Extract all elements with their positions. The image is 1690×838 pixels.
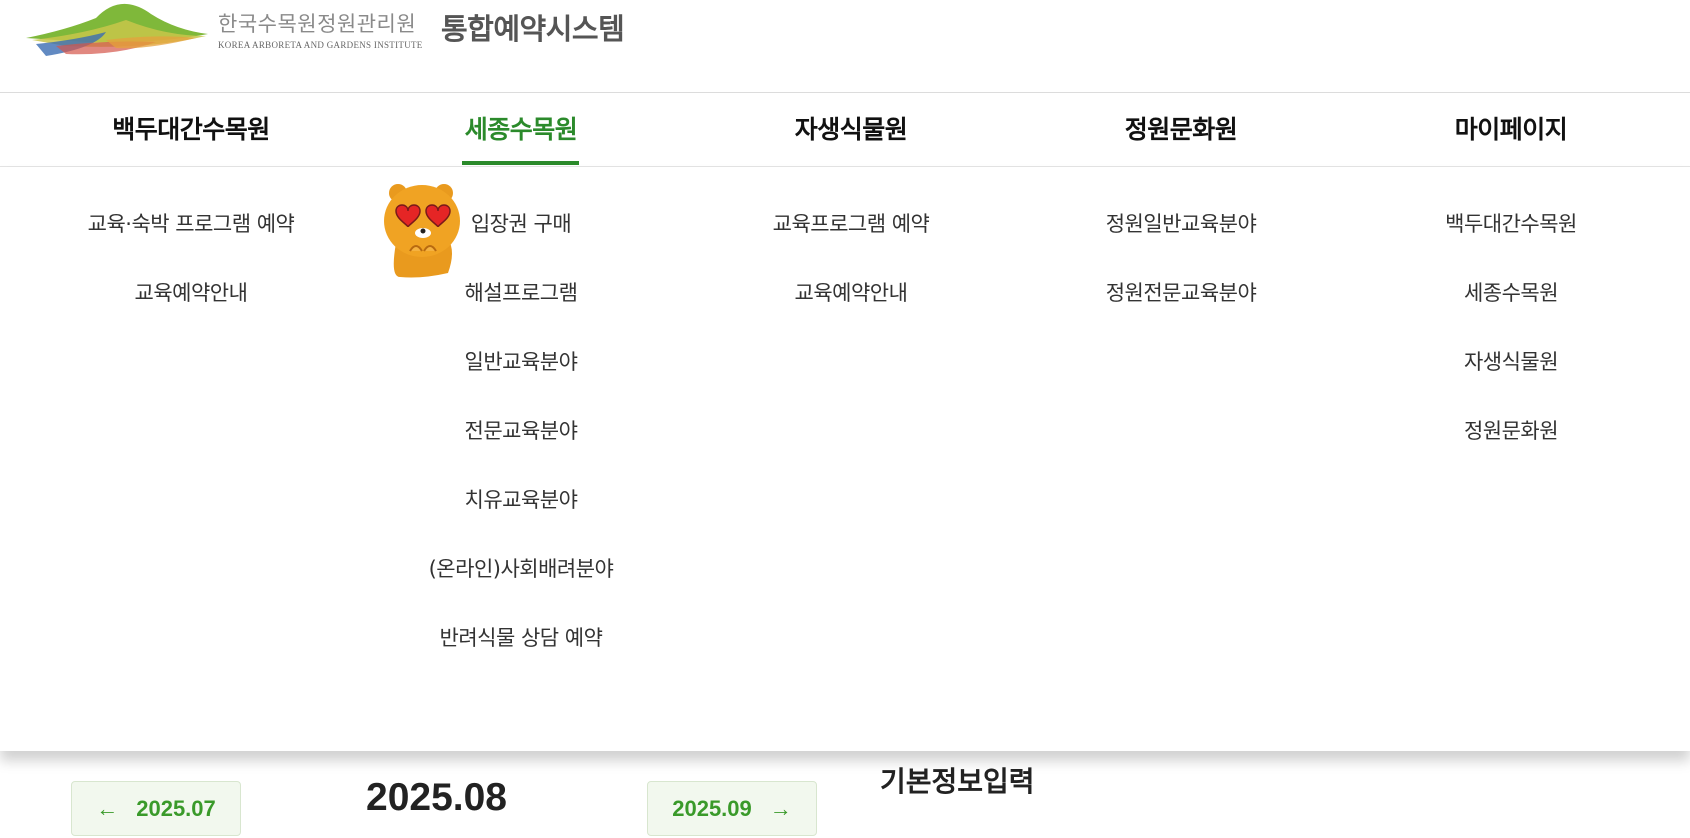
nav-item-sejong[interactable]: 세종수목원 xyxy=(356,93,686,166)
menu-item-companion-plant-consult[interactable]: 반려식물 상담 예약 xyxy=(356,622,686,652)
menu-item-general-education[interactable]: 일반교육분야 xyxy=(356,346,686,376)
nav-item-native-plants[interactable]: 자생식물원 xyxy=(686,93,1016,166)
menu-item-mypage-sejong[interactable]: 세종수목원 xyxy=(1346,277,1676,307)
arboretum-logo-icon[interactable] xyxy=(26,0,208,60)
menu-item-guided-program[interactable]: 해설프로그램 xyxy=(356,277,686,307)
system-title: 통합예약시스템 xyxy=(441,12,625,46)
arrow-left-icon: ← xyxy=(96,795,119,821)
menu-item-education-program-reservation[interactable]: 교육프로그램 예약 xyxy=(686,208,1016,238)
logo-korean-text: 한국수목원정원관리원 xyxy=(218,12,417,36)
logo-english-text: KOREA ARBORETA AND GARDENS INSTITUTE xyxy=(218,40,423,50)
active-nav-underline xyxy=(462,161,579,165)
menu-item-mypage-baekdudaegan[interactable]: 백두대간수목원 xyxy=(1346,208,1676,238)
menu-item-education-reservation-guide[interactable]: 교육예약안내 xyxy=(26,277,356,307)
menu-item-professional-education[interactable]: 전문교육분야 xyxy=(356,415,686,445)
nav-item-garden-culture[interactable]: 정원문화원 xyxy=(1016,93,1346,166)
menu-item-education-reservation-guide-2[interactable]: 교육예약안내 xyxy=(686,277,1016,307)
menu-item-education-lodging-reservation[interactable]: 교육·숙박 프로그램 예약 xyxy=(26,208,356,238)
main-nav: 백두대간수목원 세종수목원 자생식물원 정원문화원 마이페이지 xyxy=(0,93,1690,167)
menu-item-garden-professional-education[interactable]: 정원전문교육분야 xyxy=(1016,277,1346,307)
mega-menu-panel: 교육·숙박 프로그램 예약 교육예약안내 입장권 구매 해설프로그램 일반교육분… xyxy=(0,167,1690,751)
mascot-heart-eyes-icon xyxy=(384,184,460,278)
arrow-right-icon: → xyxy=(769,795,792,821)
menu-item-online-social-care[interactable]: (온라인)사회배려분야 xyxy=(356,553,686,583)
menu-item-garden-general-education[interactable]: 정원일반교육분야 xyxy=(1016,208,1346,238)
menu-item-mypage-garden-culture[interactable]: 정원문화원 xyxy=(1346,415,1676,445)
prev-month-button[interactable]: ← 2025.07 xyxy=(71,781,241,836)
current-month-title: 2025.08 xyxy=(366,776,507,819)
menu-item-healing-education[interactable]: 치유교육분야 xyxy=(356,484,686,514)
nav-item-mypage[interactable]: 마이페이지 xyxy=(1346,93,1676,166)
prev-month-label: 2025.07 xyxy=(136,795,216,821)
menu-item-mypage-native-plants[interactable]: 자생식물원 xyxy=(1346,346,1676,376)
next-month-label: 2025.09 xyxy=(672,795,752,821)
basic-info-section-title: 기본정보입력 xyxy=(880,765,1035,798)
site-header: 한국수목원정원관리원 KOREA ARBORETA AND GARDENS IN… xyxy=(0,0,1690,93)
nav-item-baekdudaegan[interactable]: 백두대간수목원 xyxy=(26,93,356,166)
next-month-button[interactable]: 2025.09 → xyxy=(647,781,817,836)
